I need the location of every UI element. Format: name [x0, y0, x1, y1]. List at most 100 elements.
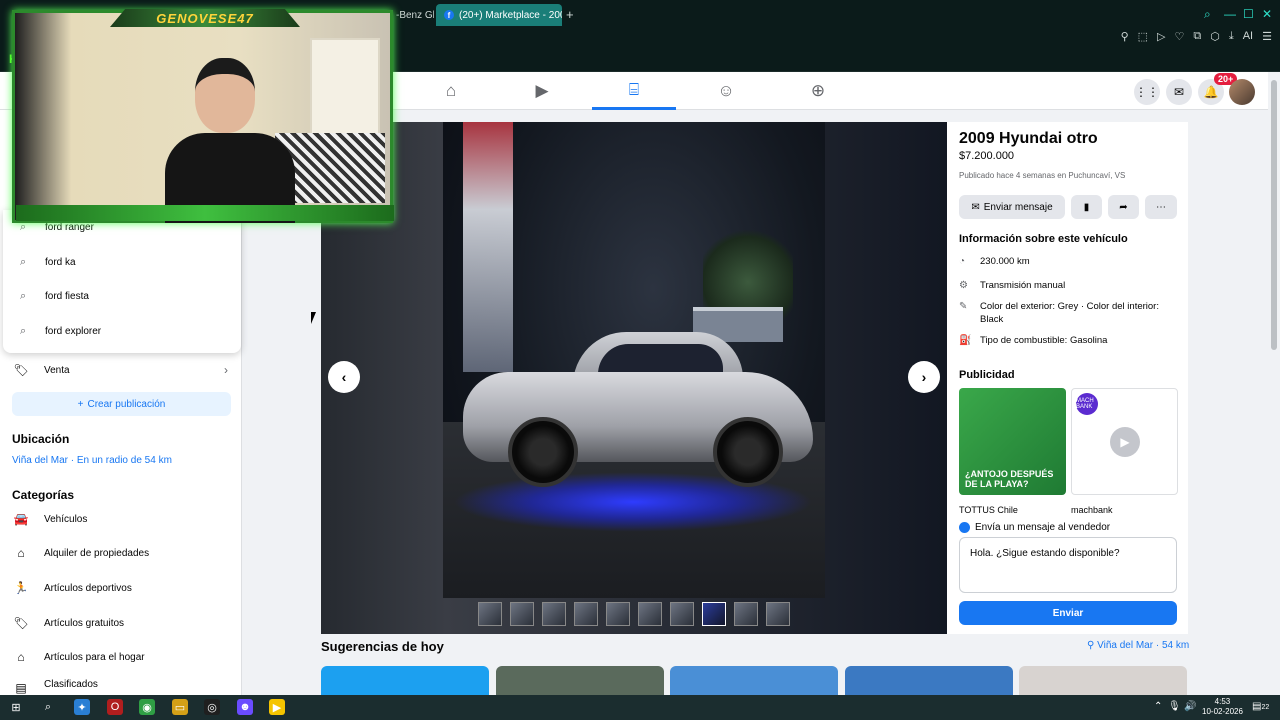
sidebar-item-free[interactable]: 🏷 Artículos gratuitos [12, 611, 232, 635]
facebook-favicon-icon: f [444, 10, 454, 20]
sidebar-item-vehicles[interactable]: 🚘 Vehículos [12, 507, 232, 531]
sidebar-item-label: Artículos para el hogar [44, 651, 145, 663]
suggestion-card[interactable] [1019, 666, 1187, 696]
avatar[interactable] [1229, 79, 1255, 105]
tab-marketplace[interactable]: f (20+) Marketplace - 2009 [436, 4, 562, 26]
ad-label[interactable]: machbank [1071, 505, 1113, 515]
sidebar-item-classifieds[interactable]: ▤ Clasificados [12, 679, 232, 695]
video-icon[interactable]: ▶ [500, 72, 584, 110]
create-listing-button[interactable]: + Crear publicación [12, 392, 231, 416]
suggestion-item[interactable]: ⌕ ford explorer [3, 316, 241, 346]
previous-photo-button[interactable]: ‹ [328, 361, 360, 393]
menu-grid-icon[interactable]: ⋮⋮ [1134, 79, 1160, 105]
search-icon[interactable]: ⌕ [1204, 7, 1211, 22]
app-icon[interactable]: ✦ [74, 699, 90, 715]
obs-icon[interactable]: ◎ [204, 699, 220, 715]
streamer-name-banner: GENOVESE47 [110, 9, 300, 27]
download-icon[interactable]: ⤓ [1229, 30, 1234, 43]
photo-thumbnail[interactable] [542, 602, 566, 626]
tab-mercedes[interactable]: -Benz Gle [388, 4, 434, 26]
listing-price: $7.200.000 [959, 150, 1015, 162]
sidebar-item-sale[interactable]: 🏷 Venta › [12, 358, 232, 382]
photo-thumbnail[interactable] [606, 602, 630, 626]
heart-icon[interactable]: ♡ [1175, 30, 1185, 43]
search-icon: ⌕ [20, 289, 27, 302]
windows-taskbar [0, 695, 1280, 720]
suggestion-card[interactable] [845, 666, 1013, 696]
chevron-up-icon[interactable]: ⌃ [1154, 701, 1162, 712]
car-icon: 🚘 [13, 512, 29, 526]
notification-center-icon[interactable]: ▤22 [1252, 701, 1269, 712]
save-button[interactable]: ▮ [1071, 195, 1102, 219]
message-input[interactable]: Hola. ¿Sigue estando disponible? [959, 537, 1177, 593]
home-icon[interactable]: ⌂ [409, 72, 493, 110]
send-button[interactable]: Enviar [959, 601, 1177, 625]
scrollbar-thumb[interactable] [1271, 80, 1277, 350]
photo-thumbnail[interactable] [638, 602, 662, 626]
app-icon[interactable]: ▶ [269, 699, 285, 715]
pin-icon[interactable]: ⚲ [1121, 30, 1129, 43]
close-icon[interactable]: ✕ [1262, 7, 1272, 21]
screenshot-icon[interactable]: ⬚ [1138, 30, 1148, 43]
location-pin-icon: ⚲ [1087, 640, 1098, 651]
ai-icon[interactable]: AI [1243, 30, 1253, 43]
suggestions-location-link[interactable]: ⚲ Viña del Mar · 54 km [1087, 640, 1189, 651]
vehicle-info-heading: Información sobre este vehículo [959, 233, 1128, 245]
photo-thumbnail[interactable] [734, 602, 758, 626]
minimize-icon[interactable]: — [1224, 7, 1236, 21]
folder-icon[interactable]: ▭ [172, 699, 188, 715]
transmission-value: Transmisión manual [980, 280, 1066, 291]
speedometer-icon: ◔ [959, 256, 966, 267]
windows-start-icon[interactable]: ⊞ [8, 699, 24, 715]
tab-label: (20+) Marketplace - 2009 [459, 9, 562, 21]
suggestion-card[interactable] [670, 666, 838, 696]
suggestion-card[interactable] [496, 666, 664, 696]
ad-tottus[interactable]: ¿ANTOJO DESPUÉS DE LA PLAYA? [959, 388, 1066, 495]
photo-thumbnail[interactable] [510, 602, 534, 626]
suggestion-item[interactable]: ⌕ ford fiesta [3, 281, 241, 311]
microphone-icon[interactable]: 🎙 [1168, 701, 1181, 712]
photo-thumbnail[interactable] [574, 602, 598, 626]
ad-machbank[interactable]: MACH BANK ▶ [1071, 388, 1178, 495]
create-listing-label: Crear publicación [87, 398, 166, 410]
photo-thumbnail[interactable] [766, 602, 790, 626]
clock[interactable]: 4:53 10-02-2026 [1202, 697, 1243, 717]
messenger-icon[interactable]: ✉ [1166, 79, 1192, 105]
next-photo-button[interactable]: › [908, 361, 940, 393]
fuel-value: Tipo de combustible: Gasolina [980, 335, 1108, 346]
suggestion-item[interactable]: ⌕ ford ka [3, 247, 241, 277]
gaming-icon[interactable]: ⊕ [776, 72, 860, 110]
more-button[interactable]: ⋯ [1145, 195, 1177, 219]
opera-icon[interactable]: O [107, 699, 123, 715]
sidebar-item-rentals[interactable]: ⌂ Alquiler de propiedades [12, 541, 232, 565]
chrome-icon[interactable]: ◉ [139, 699, 155, 715]
photo-thumbnail-selected[interactable] [702, 602, 726, 626]
webcam-overlay [12, 10, 393, 223]
menu-icon[interactable]: ☰ [1262, 30, 1272, 43]
tag-icon: 🏷 [13, 363, 29, 377]
search-icon: ⌕ [20, 255, 27, 268]
discord-icon[interactable]: ☻ [237, 699, 253, 715]
groups-icon[interactable]: ☺ [684, 72, 768, 110]
send-message-button[interactable]: ✉ Enviar mensaje [959, 195, 1065, 219]
suggestion-card[interactable] [321, 666, 489, 696]
volume-icon[interactable]: 🔊 [1184, 701, 1196, 712]
car-photo [443, 122, 825, 598]
marketplace-icon[interactable]: ⌸ [592, 72, 676, 110]
cube-icon[interactable]: ⬡ [1210, 30, 1220, 43]
sidebar-item-home-goods[interactable]: ⌂ Artículos para el hogar [12, 645, 232, 669]
ad-label[interactable]: TOTTUS Chile [959, 505, 1018, 515]
location-link[interactable]: Viña del Mar · En un radio de 54 km [12, 455, 172, 466]
chevron-right-icon: › [921, 369, 927, 385]
new-tab-button[interactable]: + [566, 7, 574, 22]
sidebar-item-sports[interactable]: 🏃 Artículos deportivos [12, 576, 232, 600]
maximize-icon[interactable]: ☐ [1243, 7, 1254, 21]
plus-icon: + [77, 398, 84, 410]
photo-thumbnail[interactable] [478, 602, 502, 626]
search-icon[interactable]: ⌕ [40, 699, 56, 715]
photo-thumbnail[interactable] [670, 602, 694, 626]
photo-thumbnails [478, 602, 790, 626]
extensions-icon[interactable]: ⧉ [1193, 30, 1201, 43]
play-icon[interactable]: ▷ [1157, 30, 1165, 43]
share-button[interactable]: ➦ [1108, 195, 1139, 219]
